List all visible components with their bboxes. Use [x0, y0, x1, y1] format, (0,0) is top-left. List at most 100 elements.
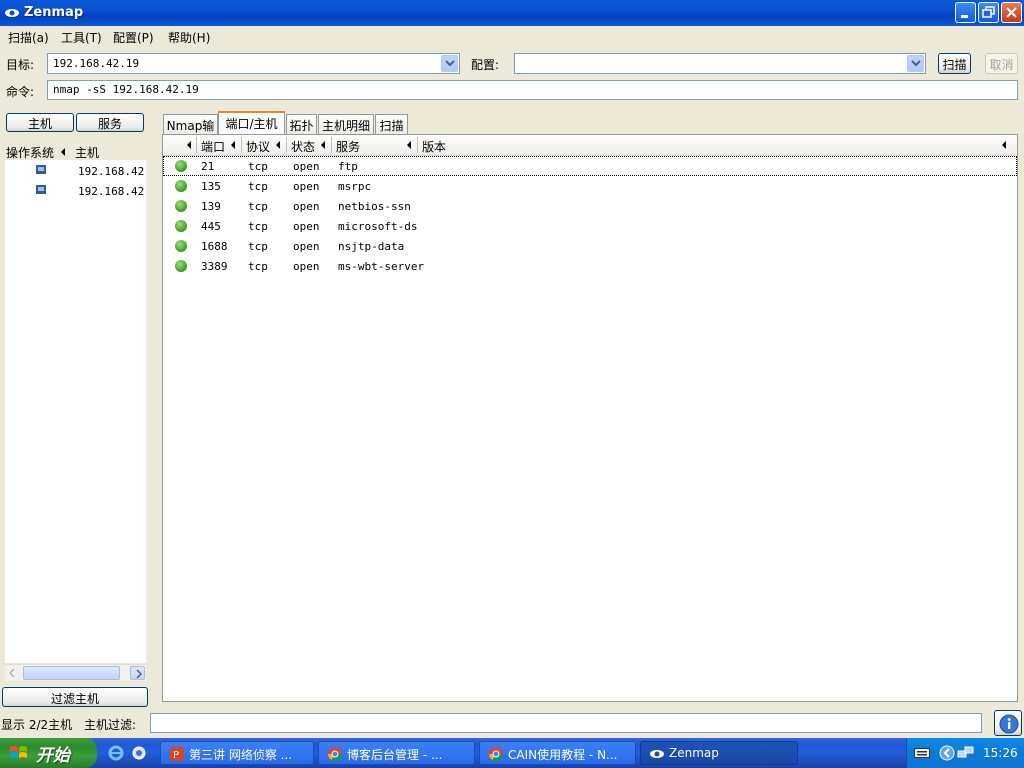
start-button[interactable]: 开始	[0, 738, 97, 768]
windows-os-icon	[36, 185, 46, 194]
scroll-left-icon	[8, 668, 15, 678]
target-combobox[interactable]: 192.168.42.19	[47, 53, 460, 74]
service-cell: microsoft-ds	[338, 220, 418, 233]
host-column-header[interactable]: 主机	[75, 144, 99, 161]
table-row[interactable]: 1688 tcp open nsjtp-data	[163, 236, 1017, 256]
restore-button[interactable]	[978, 2, 999, 23]
close-button[interactable]	[1001, 2, 1022, 23]
chrome-icon	[489, 747, 503, 761]
scan-button[interactable]: 扫描	[938, 53, 971, 74]
taskbar-item-powerpoint[interactable]: P 第三讲 网络侦察 ...	[160, 741, 314, 765]
chevron-down-icon	[445, 60, 455, 67]
profile-dropdown-button[interactable]	[907, 55, 924, 72]
sort-arrow-icon	[407, 141, 411, 149]
host-filter-input[interactable]	[150, 713, 982, 733]
tray-expand-icon[interactable]	[939, 745, 955, 761]
host-list: 192.168.42. 192.168.42.:	[5, 160, 146, 663]
port-cell: 21	[201, 160, 215, 173]
port-open-status-icon	[175, 240, 187, 252]
svg-text:P: P	[173, 750, 179, 761]
powerpoint-icon: P	[170, 747, 184, 761]
zenmap-eye-icon	[650, 750, 664, 758]
services-toggle-button[interactable]: 服务	[76, 113, 144, 132]
network-icon[interactable]	[957, 745, 975, 761]
menu-tools[interactable]: 工具(T)	[61, 29, 102, 46]
scroll-right-button[interactable]	[130, 666, 145, 680]
menu-scan[interactable]: 扫描(a)	[8, 29, 49, 46]
host-row[interactable]: 192.168.42.	[5, 161, 146, 181]
info-button[interactable]	[994, 710, 1022, 736]
protocol-column-header[interactable]: 协议	[246, 138, 270, 155]
state-cell: open	[293, 240, 320, 253]
port-cell: 445	[201, 220, 221, 233]
port-cell: 139	[201, 200, 221, 213]
system-tray: 15:26	[906, 738, 1024, 768]
tab-nmap-output[interactable]: Nmap输出	[163, 114, 218, 150]
table-row[interactable]: 445 tcp open microsoft-ds	[163, 216, 1017, 236]
command-input[interactable]: nmap -sS 192.168.42.19	[47, 80, 1018, 100]
windows-os-icon	[36, 165, 46, 174]
protocol-cell: tcp	[248, 240, 268, 253]
taskbar-item-zenmap[interactable]: Zenmap	[640, 741, 798, 765]
taskbar-item-blog[interactable]: 博客后台管理 - ...	[318, 741, 475, 765]
host-address: 192.168.42.:	[78, 185, 146, 198]
sort-arrow-icon	[321, 141, 325, 149]
state-column-header[interactable]: 状态	[291, 138, 315, 155]
protocol-cell: tcp	[248, 160, 268, 173]
target-label: 目标:	[6, 58, 35, 72]
table-row[interactable]: 135 tcp open msrpc	[163, 176, 1017, 196]
menu-profile[interactable]: 配置(P)	[113, 29, 154, 46]
table-row[interactable]: 21 tcp open ftp	[163, 156, 1017, 176]
service-cell: ms-wbt-server	[338, 260, 425, 273]
service-column-header[interactable]: 服务	[336, 138, 360, 155]
cancel-button[interactable]: 取消	[985, 53, 1018, 74]
host-row[interactable]: 192.168.42.:	[5, 181, 146, 201]
version-column-header[interactable]: 版本	[422, 138, 446, 155]
taskbar: 开始 P 第三讲 网络侦察 ... 博客后台管理 - ... CAIN使用教程 …	[0, 738, 1024, 768]
profile-label: 配置:	[471, 58, 500, 72]
restore-icon	[982, 6, 995, 18]
os-column-header[interactable]: 操作系统	[6, 144, 54, 161]
chrome-icon	[328, 747, 342, 761]
state-cell: open	[293, 200, 320, 213]
taskbar-item-label: CAIN使用教程 - N...	[508, 748, 618, 762]
port-open-status-icon	[175, 220, 187, 232]
taskbar-item-cain[interactable]: CAIN使用教程 - N...	[479, 741, 636, 765]
minimize-button[interactable]	[955, 2, 976, 23]
tab-host-details[interactable]: 主机明细	[318, 114, 374, 134]
protocol-cell: tcp	[248, 260, 268, 273]
sort-arrow-icon	[276, 141, 280, 149]
port-column-header[interactable]: 端口	[201, 138, 225, 155]
target-dropdown-button[interactable]	[441, 55, 458, 72]
host-filter-label: 主机过滤:	[84, 718, 137, 732]
scroll-right-icon	[136, 669, 143, 679]
taskbar-item-label: 第三讲 网络侦察 ...	[189, 748, 293, 762]
sort-arrow-icon	[61, 148, 65, 156]
title-bar[interactable]: Zenmap	[0, 0, 1024, 26]
filter-hosts-button[interactable]: 过滤主机	[2, 687, 148, 707]
service-cell: ftp	[338, 160, 358, 173]
close-icon	[1006, 7, 1017, 18]
command-value: nmap -sS 192.168.42.19	[53, 83, 199, 96]
hosts-toggle-button[interactable]: 主机	[6, 113, 74, 132]
table-row[interactable]: 3389 tcp open ms-wbt-server	[163, 256, 1017, 276]
tab-topology[interactable]: 拓扑	[286, 114, 317, 134]
tab-scans[interactable]: 扫描	[375, 114, 408, 134]
protocol-cell: tcp	[248, 200, 268, 213]
keyboard-icon[interactable]	[914, 747, 930, 759]
clock: 15:26	[983, 746, 1018, 760]
show-desktop-icon[interactable]	[131, 745, 147, 761]
command-label: 命令:	[6, 85, 35, 99]
scroll-thumb[interactable]	[23, 666, 120, 680]
host-list-horizontal-scrollbar[interactable]	[5, 664, 146, 681]
state-cell: open	[293, 160, 320, 173]
tab-ports-hosts[interactable]: 端口/主机	[218, 111, 285, 135]
menu-help[interactable]: 帮助(H)	[168, 29, 210, 46]
table-row[interactable]: 139 tcp open netbios-ssn	[163, 196, 1017, 216]
state-cell: open	[293, 220, 320, 233]
port-open-status-icon	[175, 260, 187, 272]
profile-combobox[interactable]	[514, 53, 926, 74]
ie-icon[interactable]	[108, 745, 124, 761]
sort-arrow-icon	[187, 141, 191, 149]
service-cell: nsjtp-data	[338, 240, 405, 253]
